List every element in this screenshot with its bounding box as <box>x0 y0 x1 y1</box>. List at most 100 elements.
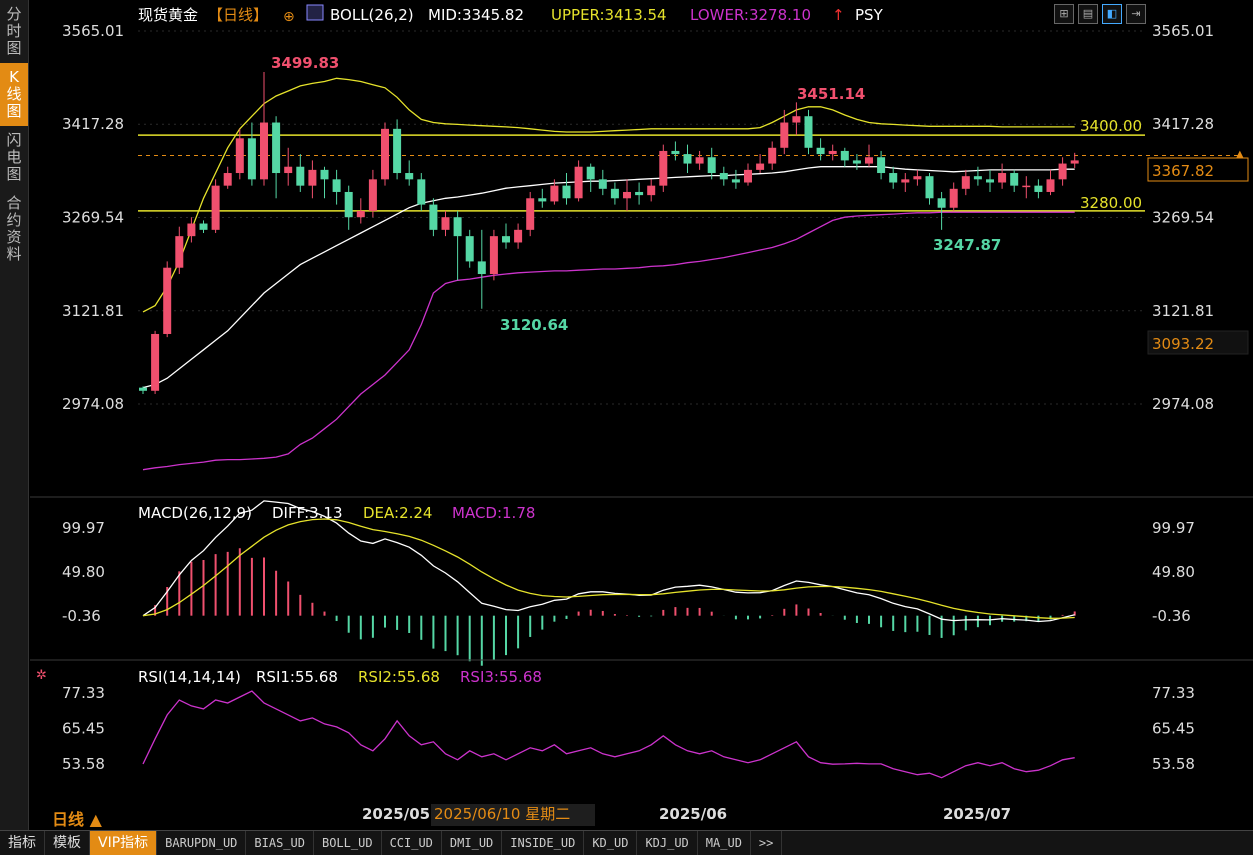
candle-body <box>405 173 414 180</box>
tab-more[interactable]: >> <box>751 831 783 855</box>
grid-icon[interactable]: ⊞ <box>1054 4 1074 24</box>
candle-body <box>260 122 268 180</box>
y-tick-left: 3121.81 <box>62 302 124 320</box>
candle-body <box>986 179 994 183</box>
y-tick-right: 3269.54 <box>1152 209 1214 227</box>
tab-dmi[interactable]: DMI_UD <box>442 831 503 855</box>
tab-template[interactable]: 模板 <box>45 831 90 855</box>
candle-body <box>623 191 631 199</box>
x-label-jul: 2025/07 <box>943 805 1011 823</box>
candle-body <box>852 160 861 164</box>
macd-tick-right: 49.80 <box>1152 563 1195 581</box>
tab-bias[interactable]: BIAS_UD <box>246 831 314 855</box>
candle-body <box>235 138 244 174</box>
candle-body <box>719 173 728 180</box>
tab-kd[interactable]: KD_UD <box>584 831 638 855</box>
settings-icon[interactable]: ✲ <box>36 668 47 683</box>
candle-body <box>635 191 644 196</box>
candle-body <box>199 223 208 230</box>
candle-body <box>272 122 281 174</box>
y-tick-left: 3417.28 <box>62 115 124 133</box>
boll-upper-line <box>142 77 1075 313</box>
tab-cci[interactable]: CCI_UD <box>382 831 442 855</box>
macd-tick-left: -0.36 <box>62 607 101 625</box>
candle-body <box>151 333 160 391</box>
rsi-tick-left: 77.33 <box>62 684 105 702</box>
bottom-tab-bar: 指标 模板 VIP指标 BARUPDN_UD BIAS_UD BOLL_UD C… <box>0 830 1253 855</box>
chart-canvas[interactable]: 现货黄金 【日线】 ⊕ BOLL(26,2) MID:3345.82 UPPER… <box>0 0 1253 830</box>
price-marker-icon: ▲ <box>1236 149 1244 160</box>
candle-body <box>429 204 438 230</box>
candle-body <box>925 176 934 199</box>
candle-body <box>937 198 946 208</box>
high-annotation-1: 3499.83 <box>271 54 339 72</box>
tab-ma[interactable]: MA_UD <box>698 831 751 855</box>
y-tick-right: 3121.81 <box>1152 302 1214 320</box>
period-button[interactable]: 日线 ▲ <box>52 806 102 830</box>
candle-body <box>574 166 583 199</box>
candle-body <box>441 217 450 230</box>
tab-vip-indicator[interactable]: VIP指标 <box>90 831 158 855</box>
chart-view-icon[interactable]: ◧ <box>1102 4 1122 24</box>
x-label-may: 2025/05 <box>362 805 430 823</box>
tab-inside[interactable]: INSIDE_UD <box>502 831 585 855</box>
candle-body <box>647 185 656 196</box>
rsi2: RSI2:55.68 <box>358 668 440 686</box>
candle-body <box>731 179 740 183</box>
rsi-tick-left: 53.58 <box>62 755 105 773</box>
candle-body <box>393 128 402 174</box>
y-tick-right: 3417.28 <box>1152 115 1214 133</box>
tab-barupdn[interactable]: BARUPDN_UD <box>157 831 247 855</box>
high-annotation-2: 3451.14 <box>797 85 865 103</box>
candle-body <box>1010 173 1019 186</box>
candle-body <box>671 150 680 155</box>
candle-body <box>913 176 922 180</box>
instrument-name: 现货黄金 <box>138 6 198 24</box>
indicator-icon[interactable] <box>306 4 324 21</box>
candle-body <box>381 128 389 180</box>
export-icon[interactable]: ⇥ <box>1126 4 1146 24</box>
macd-tick-left: 49.80 <box>62 563 105 581</box>
rsi-chart: 77.33 77.33 65.45 65.45 53.58 53.58 <box>62 684 1195 779</box>
candle-body <box>477 261 486 275</box>
rsi-tick-left: 65.45 <box>62 720 105 738</box>
candle-body <box>308 169 317 186</box>
candle-body <box>223 173 232 186</box>
candle-body <box>163 267 172 334</box>
candle-body <box>901 179 910 183</box>
tab-boll[interactable]: BOLL_UD <box>314 831 382 855</box>
boll-lower: LOWER:3278.10 <box>690 6 811 24</box>
tab-indicator[interactable]: 指标 <box>0 831 45 855</box>
candle-body <box>417 179 426 205</box>
add-icon[interactable]: ⊕ <box>283 9 295 25</box>
candle-body <box>514 229 523 243</box>
candle-body <box>247 138 256 180</box>
candle-body <box>683 154 692 164</box>
candle-body <box>707 157 716 174</box>
candle-body <box>889 173 898 183</box>
level-label-high: 3400.00 <box>1080 117 1142 135</box>
tab-kdj[interactable]: KDJ_UD <box>637 831 698 855</box>
candle-body <box>598 179 607 189</box>
candle-body <box>840 150 849 161</box>
candle-body <box>695 157 704 164</box>
candle-body <box>368 179 377 211</box>
low-annotation-2: 3247.87 <box>933 236 1001 254</box>
candle-body <box>175 236 184 268</box>
candle-body <box>744 169 752 183</box>
macd-value: MACD:1.78 <box>452 504 535 522</box>
candle-body <box>187 223 196 237</box>
rsi-title: RSI(14,14,14) <box>138 668 241 686</box>
macd-dea-line <box>142 518 1075 619</box>
macd-tick-left: 99.97 <box>62 519 105 537</box>
candle-body <box>973 176 982 180</box>
candle-body <box>816 147 825 155</box>
boll-upper: UPPER:3413.54 <box>551 6 667 24</box>
candle-body <box>961 176 970 189</box>
candle-body <box>780 122 789 148</box>
rsi1: RSI1:55.68 <box>256 668 338 686</box>
layout-icon[interactable]: ▤ <box>1078 4 1098 24</box>
candle-body <box>1058 163 1067 180</box>
candle-body <box>1070 160 1079 164</box>
rsi-tick-right: 53.58 <box>1152 755 1195 773</box>
